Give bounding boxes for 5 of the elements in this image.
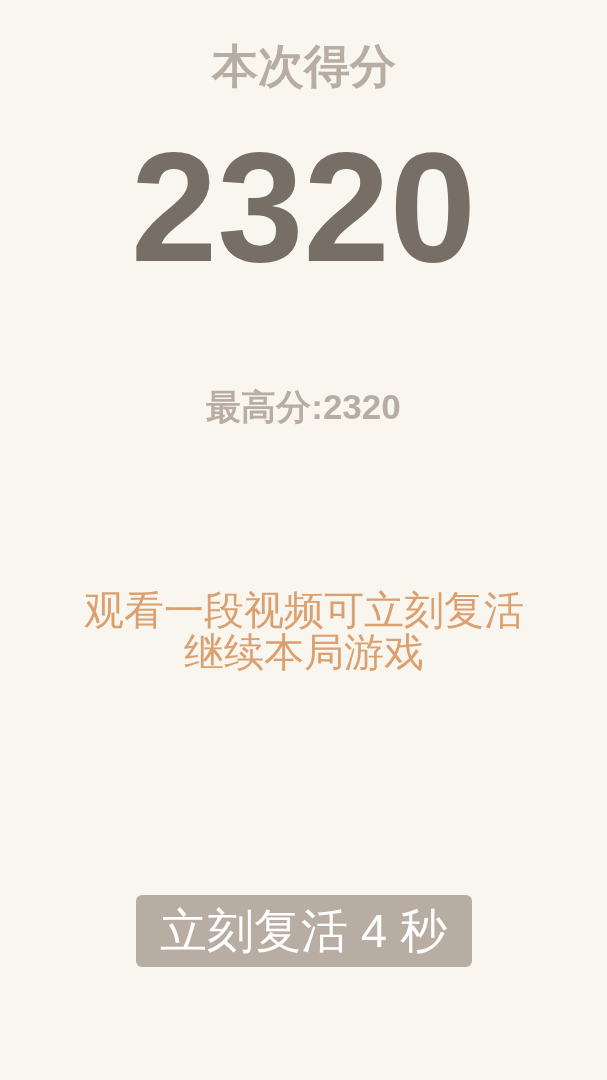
revive-button[interactable]: 立刻复活 4 秒 [135, 895, 472, 967]
revive-message: 观看一段视频可立刻复活 继续本局游戏 [83, 589, 524, 673]
current-score: 2320 [131, 130, 476, 285]
score-title: 本次得分 [211, 40, 396, 93]
best-score: 最高分:2320 [206, 387, 401, 427]
